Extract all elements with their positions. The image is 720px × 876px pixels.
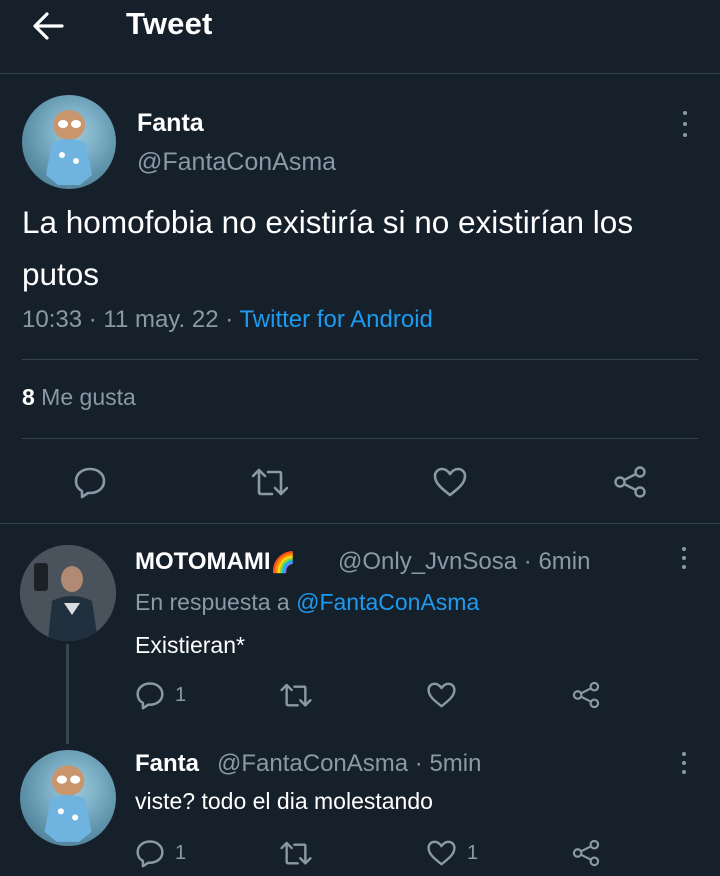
back-button[interactable]	[28, 10, 68, 42]
more-options-button[interactable]	[677, 111, 693, 137]
rainbow-emoji-icon: 🌈	[270, 552, 296, 574]
share-icon	[572, 681, 600, 709]
author-handle[interactable]: @FantaConAsma	[137, 148, 336, 177]
retweet-icon	[280, 683, 312, 707]
more-options-button[interactable]	[677, 752, 691, 774]
retweet-button[interactable]	[250, 466, 290, 500]
reply-button[interactable]: 1	[135, 838, 186, 868]
like-button[interactable]	[432, 466, 468, 498]
reply-icon	[136, 840, 164, 868]
reply-text: Existieran*	[135, 632, 245, 658]
in-reply-to: En respuesta a @FantaConAsma	[135, 589, 480, 615]
retweet-icon	[280, 841, 312, 865]
share-button[interactable]	[612, 465, 648, 499]
reply-author-name[interactable]: MOTOMAMI🌈	[135, 548, 295, 576]
reply-author-name[interactable]: Fanta	[135, 750, 199, 778]
reply-author-handle[interactable]: @Only_JvnSosa · 6min	[338, 548, 590, 576]
more-options-button[interactable]	[677, 547, 691, 569]
retweet-icon	[251, 468, 289, 496]
share-button[interactable]	[571, 838, 601, 868]
like-button[interactable]	[426, 681, 457, 709]
tweet-source-link[interactable]: Twitter for Android	[239, 306, 432, 333]
avatar[interactable]	[20, 750, 116, 846]
reply-count: 1	[175, 841, 187, 864]
avatar[interactable]	[22, 95, 116, 189]
like-count: 1	[467, 841, 479, 864]
arrow-left-icon	[33, 12, 64, 40]
top-bar: Tweet	[0, 0, 720, 74]
thread-connector	[66, 644, 69, 744]
share-button[interactable]	[571, 680, 601, 710]
divider	[22, 438, 698, 439]
page-title: Tweet	[126, 6, 213, 41]
reply-button[interactable]	[73, 465, 107, 499]
like-button[interactable]: 1	[426, 839, 478, 867]
tweet-text: La homofobia no existiría si no existirí…	[22, 204, 634, 292]
tweet-timestamp[interactable]: 10:33 · 11 may. 22 ·	[22, 306, 239, 333]
mention-link[interactable]: @FantaConAsma	[296, 589, 479, 615]
monkey-avatar-image	[46, 110, 92, 185]
likes-summary[interactable]: 8 Me gusta	[22, 384, 136, 411]
reply-author-handle[interactable]: @FantaConAsma · 5min	[217, 750, 481, 778]
reply-icon	[136, 682, 164, 710]
heart-icon	[433, 467, 467, 497]
person-avatar-image	[20, 545, 116, 641]
retweet-button[interactable]	[279, 839, 313, 869]
divider	[22, 359, 698, 360]
reply-count: 1	[175, 683, 187, 706]
divider	[0, 523, 720, 524]
share-icon	[572, 839, 600, 867]
author-name[interactable]: Fanta	[137, 109, 204, 138]
likes-count: 8	[22, 384, 35, 410]
tweet-meta: 10:33 · 11 may. 22 · Twitter for Android	[22, 306, 433, 334]
heart-icon	[427, 682, 456, 708]
retweet-button[interactable]	[279, 681, 313, 711]
monkey-avatar-image	[44, 765, 92, 842]
likes-label: Me gusta	[34, 384, 136, 410]
avatar[interactable]	[20, 545, 116, 641]
heart-icon	[427, 840, 456, 866]
share-icon	[614, 466, 646, 498]
reply-icon	[74, 467, 106, 499]
reply-button[interactable]: 1	[135, 680, 186, 710]
reply-text: viste? todo el dia molestando	[135, 788, 433, 814]
